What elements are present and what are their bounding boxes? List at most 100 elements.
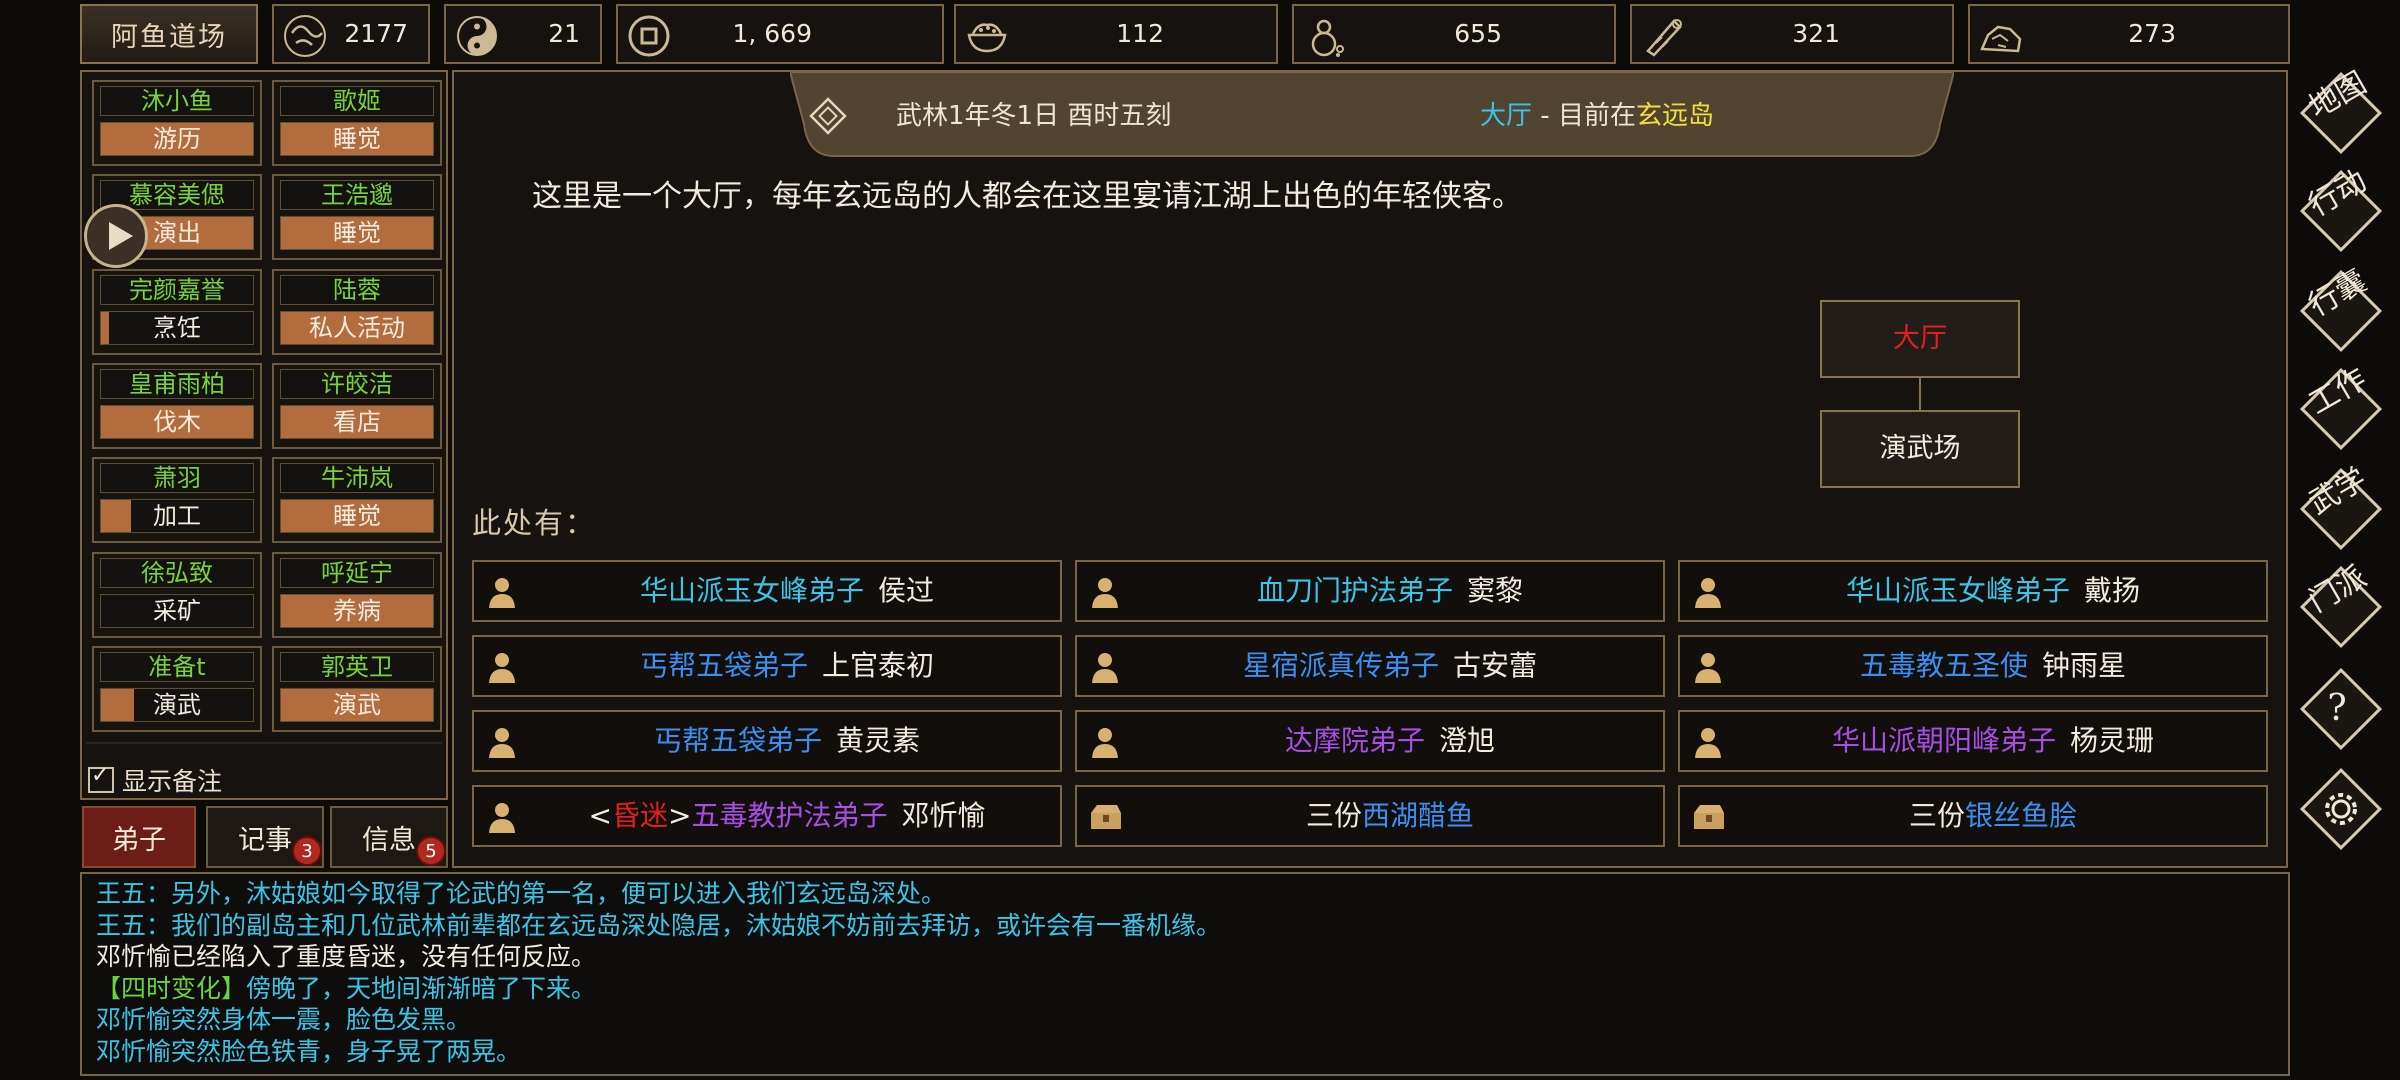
person-icon: [1092, 653, 1118, 683]
disciple-card[interactable]: 皇甫雨柏 伐木: [92, 363, 262, 449]
disciple-card[interactable]: 沐小鱼 游历: [92, 80, 262, 166]
npc-entry[interactable]: 星宿派真传弟子 古安蕾: [1075, 635, 1665, 697]
activity-progress-bar: 游历: [100, 122, 254, 156]
side-menu-settings-gear[interactable]: [2299, 767, 2390, 851]
disciple-card[interactable]: 完颜嘉誉 烹饪: [92, 269, 262, 355]
disciple-activity: 伐木: [153, 408, 201, 436]
map-connector: [1919, 378, 1921, 410]
npc-entry[interactable]: 血刀门护法弟子 窦黎: [1075, 560, 1665, 622]
side-menu-bag[interactable]: 行囊: [2299, 263, 2390, 353]
map-room-current[interactable]: 大厅: [1820, 300, 2020, 378]
log-line: 邓忻愉突然脸色铁青，身子晃了两晃。: [96, 1036, 522, 1066]
person-icon: [489, 728, 515, 758]
disciple-card[interactable]: 呼延宁 养病: [272, 552, 442, 638]
activity-progress-bar: 看店: [280, 405, 434, 439]
side-menu-map[interactable]: 地图: [2299, 65, 2390, 155]
person-icon: [1695, 653, 1721, 683]
npc-entry[interactable]: 丐帮五袋弟子 黄灵素: [472, 710, 1062, 772]
disciple-activity: 养病: [333, 597, 381, 625]
disciple-activity: 演武: [333, 691, 381, 719]
disciple-activity: 加工: [153, 502, 201, 530]
disciple-card[interactable]: 徐弘致 采矿: [92, 552, 262, 638]
npc-entry[interactable]: 达摩院弟子 澄旭: [1075, 710, 1665, 772]
map-room-below[interactable]: 演武场: [1820, 410, 2020, 488]
npc-name: 古安蕾: [1453, 649, 1538, 682]
npc-title: 丐帮五袋弟子: [653, 724, 822, 757]
disciple-card[interactable]: 萧羽 加工: [92, 457, 262, 543]
activity-progress-bar: 睡觉: [280, 122, 434, 156]
tab-messages[interactable]: 信息 5: [330, 806, 448, 868]
activity-progress-bar: 睡觉: [280, 499, 434, 533]
side-menu-work[interactable]: 工作: [2299, 361, 2390, 451]
compass-icon[interactable]: [808, 96, 848, 136]
npc-entry[interactable]: 丐帮五袋弟子 上官泰初: [472, 635, 1062, 697]
disciple-name: 许皎洁: [280, 369, 434, 399]
game-date-time: 武林1年冬1日 酉时五刻: [896, 101, 1172, 131]
resource-ore[interactable]: 273: [1968, 4, 2290, 64]
log-line: 王五：另外，沐姑娘如今取得了论武的第一名，便可以进入我们玄远岛深处。: [96, 879, 947, 908]
npc-name: 黄灵素: [836, 724, 921, 757]
resource-copper-coins[interactable]: 1, 669: [616, 4, 944, 64]
person-icon: [489, 653, 515, 683]
disciple-card[interactable]: 牛沛岚 睡觉: [272, 457, 442, 543]
messages-count-badge: 5: [416, 836, 446, 866]
person-icon: [1092, 578, 1118, 608]
island-name: 玄远岛: [1635, 101, 1714, 131]
activity-progress-bar: 采矿: [100, 594, 254, 628]
list-scroll-edge: [86, 742, 442, 754]
person-icon: [1695, 728, 1721, 758]
resource-yin-yang[interactable]: 21: [444, 4, 602, 64]
log-tag: 【四时变化】: [96, 973, 247, 1003]
disciple-card[interactable]: 王浩邈 睡觉: [272, 174, 442, 260]
resource-prestige[interactable]: 2177: [272, 4, 430, 64]
npc-title: 华山派玉女峰弟子: [639, 574, 864, 607]
treasure-chest-icon: [1091, 805, 1121, 829]
side-menu-martial-arts[interactable]: 武学: [2299, 461, 2390, 551]
top-resource-bar: 阿鱼道场 2177 21 1, 669 112 655 321 273: [80, 4, 2290, 66]
side-menu-help[interactable]: ?: [2299, 667, 2390, 751]
npc-title: 华山派玉女峰弟子: [1845, 574, 2070, 607]
disciple-card[interactable]: 歌姬 睡觉: [272, 80, 442, 166]
npc-entry[interactable]: 五毒教五圣使 钟雨星: [1678, 635, 2268, 697]
disciple-activity: 睡觉: [333, 125, 381, 153]
tab-journal[interactable]: 记事 3: [206, 806, 324, 868]
disciple-name: 郭英卫: [280, 652, 434, 682]
resource-food[interactable]: 112: [954, 4, 1278, 64]
show-notes-toggle[interactable]: 显示备注: [88, 762, 222, 798]
side-menu-sect[interactable]: 门派: [2299, 559, 2390, 649]
disciple-card[interactable]: 准备t 演武: [92, 646, 262, 732]
room-description: 这里是一个大厅，每年玄远岛的人都会在这里宴请江湖上出色的年轻侠客。: [532, 179, 1522, 214]
disciple-activity: 演武: [153, 691, 201, 719]
log-line: 邓忻愉突然身体一震，脸色发黑。: [96, 1005, 472, 1034]
disciple-card[interactable]: 郭英卫 演武: [272, 646, 442, 732]
here-label: 此处有：: [472, 506, 597, 540]
npc-entry[interactable]: <昏迷>五毒教护法弟子 邓忻愉: [472, 785, 1062, 847]
disciple-name: 陆蓉: [280, 275, 434, 305]
npc-entry[interactable]: 华山派玉女峰弟子 侯过: [472, 560, 1062, 622]
disciple-activity: 看店: [333, 408, 381, 436]
resource-wood[interactable]: 321: [1630, 4, 1954, 64]
person-icon: [1092, 728, 1118, 758]
play-button[interactable]: [84, 204, 148, 268]
disciple-activity: 睡觉: [333, 502, 381, 530]
checkbox-checked-icon[interactable]: [88, 763, 114, 793]
resource-medicine[interactable]: 655: [1292, 4, 1616, 64]
log-line: 【四时变化】傍晚了，天地间渐渐暗了下来。: [96, 973, 597, 1003]
activity-progress-bar: 私人活动: [280, 311, 434, 345]
npc-entry[interactable]: 华山派朝阳峰弟子 杨灵珊: [1678, 710, 2268, 772]
disciple-activity: 游历: [153, 125, 201, 153]
disciple-card[interactable]: 许皎洁 看店: [272, 363, 442, 449]
tab-disciples[interactable]: 弟子: [82, 806, 196, 868]
item-name: 银丝鱼脍: [1965, 799, 2078, 832]
dojo-button[interactable]: 阿鱼道场: [80, 4, 258, 64]
disciple-card[interactable]: 陆蓉 私人活动: [272, 269, 442, 355]
item-entry[interactable]: 三份银丝鱼脍: [1678, 785, 2268, 847]
disciple-name: 牛沛岚: [280, 463, 434, 493]
npc-name: 上官泰初: [822, 649, 935, 682]
treasure-chest-icon: [1694, 805, 1724, 829]
side-menu-action[interactable]: 行动: [2299, 163, 2390, 253]
npc-title: 五毒教护法弟子: [691, 799, 888, 832]
npc-entry[interactable]: 华山派玉女峰弟子 戴扬: [1678, 560, 2268, 622]
log-line: 王五：我们的副岛主和几位武林前辈都在玄远岛深处隐居，沐姑娘不妨前去拜访，或许会有…: [96, 910, 1222, 940]
item-entry[interactable]: 三份西湖醋鱼: [1075, 785, 1665, 847]
